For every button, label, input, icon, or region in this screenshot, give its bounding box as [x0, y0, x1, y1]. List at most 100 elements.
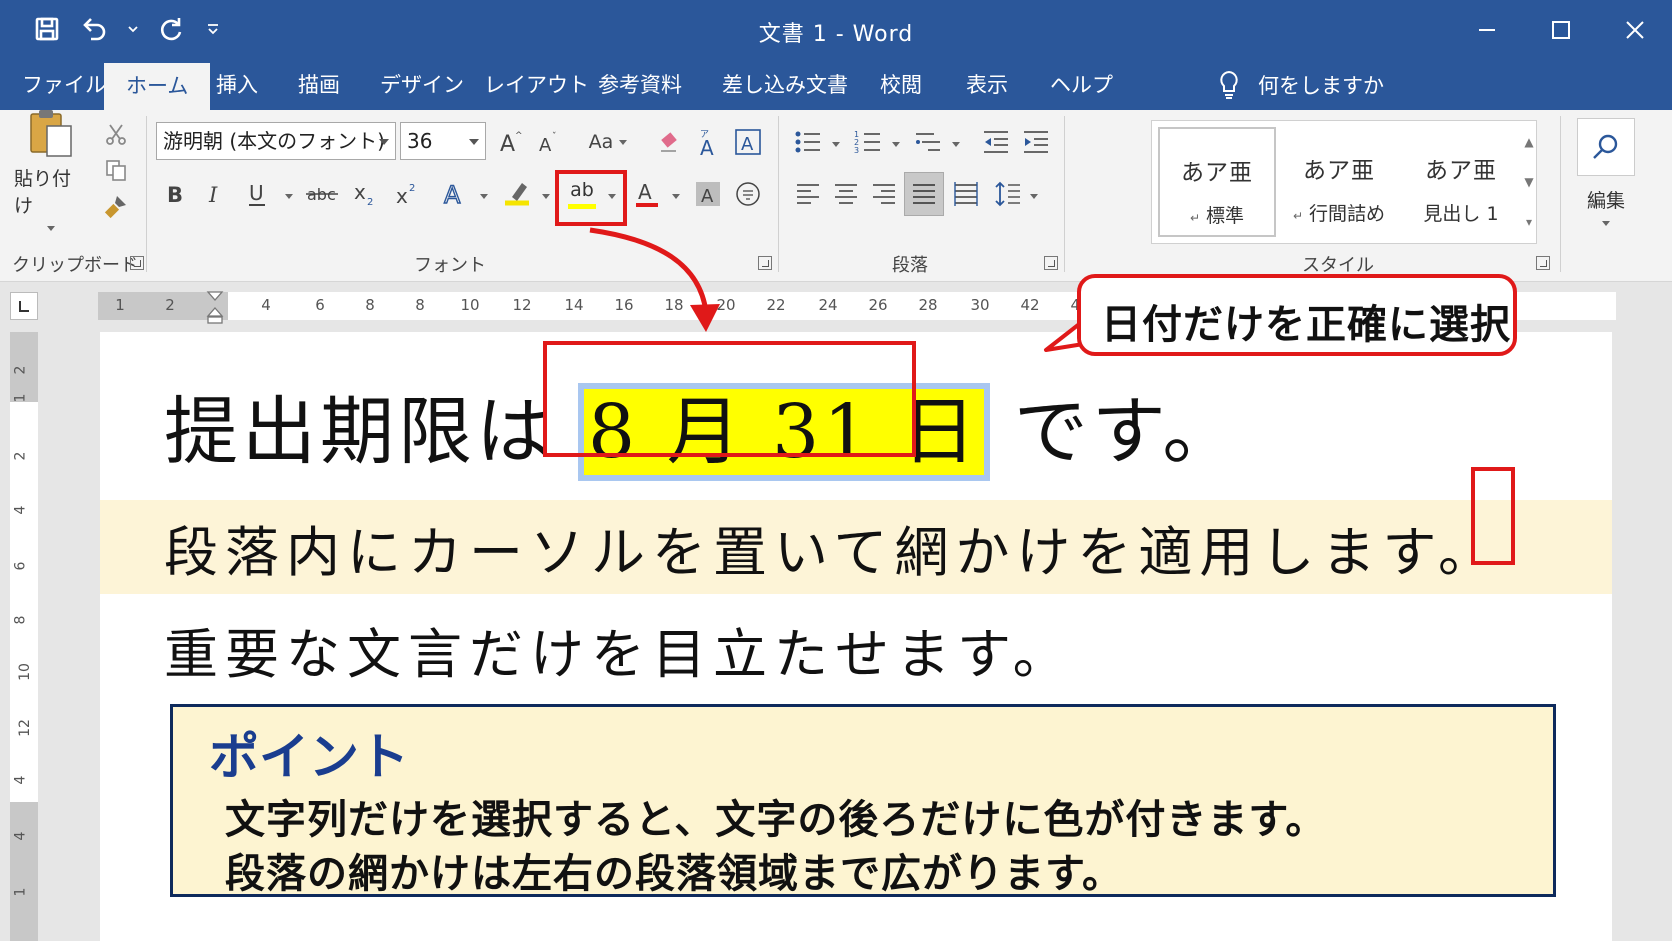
- align-right-icon[interactable]: [868, 176, 900, 212]
- editing-label: 編集: [1586, 190, 1625, 212]
- underline-icon[interactable]: U: [242, 176, 272, 212]
- strikethrough-icon[interactable]: abc: [304, 176, 340, 212]
- tab-layout[interactable]: レイアウト: [484, 60, 589, 110]
- paragraph-launcher-icon[interactable]: [1044, 256, 1058, 270]
- ruler-tick: 6: [315, 296, 325, 314]
- date-callout-box: [543, 341, 916, 457]
- tab-mailings[interactable]: 差し込み文書: [722, 60, 848, 110]
- line1-before: 提出期限は: [164, 389, 554, 475]
- styles-launcher-icon[interactable]: [1536, 256, 1550, 270]
- svg-text:3: 3: [854, 146, 859, 155]
- ruler-tick: 26: [868, 296, 888, 314]
- bold-icon[interactable]: B: [160, 176, 188, 212]
- character-shading-icon[interactable]: A: [692, 176, 724, 212]
- ruler-tick: 24: [818, 296, 838, 314]
- distributed-icon[interactable]: [950, 176, 982, 212]
- chevron-down-icon: [1602, 221, 1610, 226]
- decrease-indent-icon[interactable]: [980, 126, 1012, 158]
- svg-text:U: U: [249, 181, 264, 205]
- svg-text:B: B: [167, 183, 183, 207]
- bullets-dropdown-icon[interactable]: [832, 142, 840, 147]
- tab-home[interactable]: ホーム: [104, 63, 211, 110]
- numbering-icon[interactable]: 123: [852, 126, 884, 158]
- grow-font-icon[interactable]: A ^: [496, 124, 526, 160]
- chevron-up-icon[interactable]: ▲: [1518, 122, 1540, 162]
- font-color-dropdown-icon[interactable]: [672, 194, 680, 199]
- indent-marker[interactable]: [206, 290, 224, 324]
- chevron-down-icon[interactable]: ▼: [1518, 162, 1540, 202]
- ruler-tick: 28: [918, 296, 938, 314]
- style-name: ↵ 行間詰め: [1292, 203, 1386, 225]
- svg-text:A: A: [444, 181, 461, 209]
- svg-text:x: x: [354, 180, 366, 204]
- highlighter-pen-icon[interactable]: [500, 176, 534, 212]
- multilevel-list-icon[interactable]: [912, 126, 944, 158]
- tab-references[interactable]: 参考資料: [598, 60, 682, 110]
- clear-formatting-icon[interactable]: [654, 124, 684, 160]
- line-spacing-dropdown-icon[interactable]: [1030, 194, 1038, 199]
- maximize-button[interactable]: [1524, 0, 1598, 60]
- tab-view[interactable]: 表示: [966, 60, 1008, 110]
- highlighter-dropdown-icon[interactable]: [542, 194, 550, 199]
- font-size-select[interactable]: 36: [400, 122, 486, 160]
- copy-icon[interactable]: [100, 154, 132, 186]
- window-title: 文書 1 - Word: [758, 22, 914, 47]
- ruler-tick: 8: [12, 615, 29, 625]
- ruler-tick: 22: [766, 296, 786, 314]
- divider: [146, 116, 147, 272]
- multilevel-dropdown-icon[interactable]: [952, 142, 960, 147]
- superscript-icon[interactable]: x2: [392, 176, 422, 212]
- style-no-spacing[interactable]: あア亜 ↵ 行間詰め: [1280, 127, 1398, 237]
- cut-icon[interactable]: [100, 118, 132, 150]
- style-heading-1[interactable]: あア亜 見出し 1: [1402, 127, 1520, 237]
- text-effects-icon[interactable]: A: [440, 176, 470, 212]
- tab-help[interactable]: ヘルプ: [1050, 60, 1113, 110]
- ruler-margin: [10, 802, 38, 941]
- tab-selector[interactable]: [10, 292, 38, 320]
- enclose-characters-icon[interactable]: [732, 176, 764, 212]
- tab-design[interactable]: デザイン: [380, 60, 464, 110]
- text-effects-dropdown-icon[interactable]: [480, 194, 488, 199]
- justify-icon[interactable]: [904, 172, 944, 216]
- phonetic-guide-icon[interactable]: アA: [694, 124, 724, 160]
- style-preview: あア亜: [1303, 158, 1375, 184]
- paste-dropdown-icon: [47, 225, 55, 231]
- document-line-2[interactable]: 段落内にカーソルを置いて網かけを適用します。: [164, 508, 1499, 587]
- increase-indent-icon[interactable]: [1020, 126, 1052, 158]
- tab-insert[interactable]: 挿入: [216, 60, 258, 110]
- align-left-icon[interactable]: [792, 176, 824, 212]
- font-name-select[interactable]: 游明朝 (本文のフォント): [156, 122, 396, 160]
- svg-text:A: A: [638, 180, 652, 204]
- italic-icon[interactable]: I: [200, 176, 228, 212]
- styles-scroll: ▲ ▼ ▾: [1518, 122, 1540, 242]
- align-center-icon[interactable]: [830, 176, 862, 212]
- character-border-icon[interactable]: A: [732, 124, 764, 160]
- minimize-button[interactable]: [1450, 0, 1524, 60]
- more-styles-icon[interactable]: ▾: [1518, 202, 1540, 242]
- editing-button[interactable]: 編集: [1574, 118, 1638, 226]
- font-color-icon[interactable]: A: [630, 176, 664, 212]
- document-line-3[interactable]: 重要な文言だけを目立たせます。: [164, 610, 1074, 689]
- close-button[interactable]: [1598, 0, 1672, 60]
- paste-button[interactable]: 貼り付け: [14, 109, 88, 231]
- tab-draw[interactable]: 描画: [298, 60, 340, 110]
- svg-text:A: A: [539, 135, 552, 156]
- numbering-dropdown-icon[interactable]: [892, 142, 900, 147]
- tell-me-box[interactable]: 何をしますか: [1218, 68, 1384, 102]
- ruler-tick: 10: [460, 296, 480, 314]
- bullets-icon[interactable]: [792, 126, 824, 158]
- underline-dropdown-icon[interactable]: [285, 194, 293, 199]
- vertical-ruler[interactable]: 2 1 2 4 6 8 10 12 4 4 1: [10, 332, 38, 941]
- format-painter-icon[interactable]: [100, 190, 132, 222]
- tab-review[interactable]: 校閲: [880, 60, 922, 110]
- clipboard-launcher-icon[interactable]: [130, 256, 144, 270]
- font-launcher-icon[interactable]: [758, 256, 772, 270]
- line-spacing-icon[interactable]: [992, 176, 1024, 212]
- change-case-button[interactable]: Aa: [584, 124, 632, 160]
- ruler-tick: 42: [1020, 296, 1040, 314]
- style-normal[interactable]: あア亜 ↵ 標準: [1158, 127, 1276, 237]
- shrink-font-icon[interactable]: Aˇ: [534, 124, 564, 160]
- subscript-icon[interactable]: x2: [350, 176, 380, 212]
- tab-file[interactable]: ファイル: [22, 60, 106, 110]
- style-preview: あア亜: [1181, 160, 1253, 186]
